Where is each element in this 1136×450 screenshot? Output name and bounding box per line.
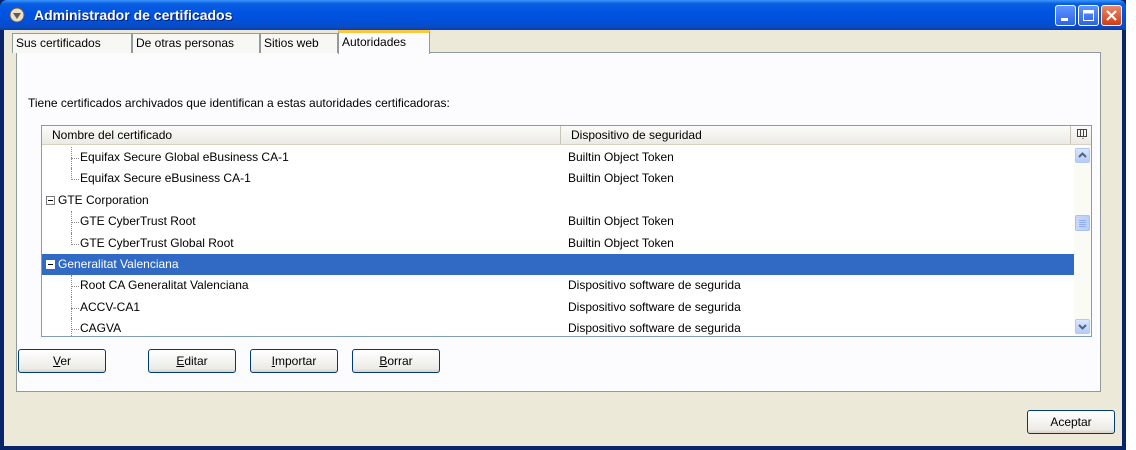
close-button[interactable] (1101, 5, 1122, 26)
tab-sitios-web[interactable]: Sitios web (260, 33, 338, 53)
column-picker-icon[interactable] (1077, 129, 1087, 139)
tree-row[interactable]: GTE Corporation (42, 190, 1074, 211)
tree-row[interactable]: ACCV-CA1 Dispositivo software de segurid… (42, 296, 1074, 319)
tab-autoridades[interactable]: Autoridades (338, 30, 430, 54)
column-header-device[interactable]: Dispositivo de seguridad (561, 126, 1071, 144)
intro-text: Tiene certificados archivados que identi… (28, 96, 450, 110)
cell-name: Equifax Secure eBusiness CA-1 (42, 168, 561, 189)
tree-row[interactable]: GTE CyberTrust Global Root Builtin Objec… (42, 232, 1074, 254)
scroll-thumb[interactable] (1075, 215, 1090, 231)
tab-sus-certificados[interactable]: Sus certificados (12, 33, 132, 53)
title-bar[interactable]: Administrador de certificados (0, 0, 1126, 30)
cell-name: Generalitat Valenciana (42, 254, 561, 275)
editar-button[interactable]: Editar (148, 349, 236, 373)
window-title: Administrador de certificados (34, 7, 233, 23)
row-name: GTE CyberTrust Root (80, 214, 196, 229)
tree-row[interactable]: GTE CyberTrust Root Builtin Object Token (42, 211, 1074, 233)
collapse-icon[interactable] (46, 195, 55, 205)
borrar-label-rest: orrar (387, 354, 413, 368)
chevron-down-icon (1078, 324, 1087, 330)
cell-name: GTE CyberTrust Root (42, 211, 561, 233)
collapse-icon[interactable] (46, 259, 55, 269)
vertical-scrollbar[interactable] (1074, 147, 1091, 336)
close-icon (1106, 10, 1117, 21)
row-name: Equifax Secure eBusiness CA-1 (80, 171, 251, 186)
tree-row[interactable]: Equifax Secure eBusiness CA-1 Builtin Ob… (42, 168, 1074, 189)
cell-name: ACCV-CA1 (42, 296, 561, 319)
row-device: Dispositivo software de segurida (568, 299, 741, 314)
row-device (561, 190, 568, 211)
minimize-button[interactable] (1055, 5, 1076, 26)
importar-button[interactable]: Importar (250, 349, 338, 373)
cell-name: GTE CyberTrust Global Root (42, 232, 561, 254)
borrar-button[interactable]: Borrar (352, 349, 440, 373)
cell-name: Root CA Generalitat Valenciana (42, 275, 561, 297)
scroll-up-button[interactable] (1075, 148, 1090, 163)
tree-row[interactable]: Equifax Secure Global eBusiness CA-1 Bui… (42, 147, 1074, 169)
row-device: Builtin Object Token (568, 150, 674, 164)
maximize-button[interactable] (1078, 5, 1099, 26)
scroll-down-button[interactable] (1075, 319, 1090, 334)
tree-header: Nombre del certificado Dispositivo de se… (42, 126, 1091, 145)
minimize-icon (1061, 18, 1068, 21)
row-device: Builtin Object Token (568, 171, 674, 186)
tree-row[interactable]: CAGVA Dispositivo software de segurida (42, 318, 1074, 336)
tree-rows: Equifax Secure Global eBusiness CA-1 Bui… (42, 147, 1074, 336)
cell-name: Equifax Secure Global eBusiness CA-1 (42, 147, 561, 169)
row-name: ACCV-CA1 (80, 299, 141, 314)
app-icon (9, 7, 25, 23)
row-name: CAGVA (80, 321, 122, 336)
tab-de-otras-personas[interactable]: De otras personas (132, 33, 260, 53)
chevron-up-icon (1078, 152, 1087, 158)
editar-label-rest: ditar (184, 354, 208, 368)
aceptar-button[interactable]: Aceptar (1027, 410, 1115, 434)
row-name: GTE Corporation (58, 192, 149, 207)
column-header-name[interactable]: Nombre del certificado (42, 126, 561, 144)
certificate-manager-window: Administrador de certificados Sus certif… (0, 0, 1126, 450)
cell-name: GTE Corporation (42, 190, 561, 211)
row-device: Dispositivo software de segurida (568, 278, 741, 293)
ver-label-rest: er (60, 354, 71, 368)
row-name: Equifax Secure Global eBusiness CA-1 (80, 150, 289, 164)
tree-row-selected[interactable]: Generalitat Valenciana (42, 253, 1074, 276)
row-name: GTE CyberTrust Global Root (80, 235, 234, 250)
row-device: Builtin Object Token (568, 235, 674, 250)
ver-button[interactable]: Ver (18, 349, 106, 373)
tree-row[interactable]: Root CA Generalitat Valenciana Dispositi… (42, 275, 1074, 297)
maximize-icon (1083, 10, 1094, 21)
row-name: Root CA Generalitat Valenciana (80, 278, 249, 293)
importar-label-rest: mportar (275, 354, 317, 368)
row-device: Dispositivo software de segurida (568, 321, 741, 336)
certificate-tree[interactable]: Nombre del certificado Dispositivo de se… (41, 125, 1092, 337)
row-name: Generalitat Valenciana (58, 256, 179, 271)
row-device (561, 254, 568, 275)
cell-name: CAGVA (42, 318, 561, 336)
row-device: Builtin Object Token (568, 214, 674, 229)
